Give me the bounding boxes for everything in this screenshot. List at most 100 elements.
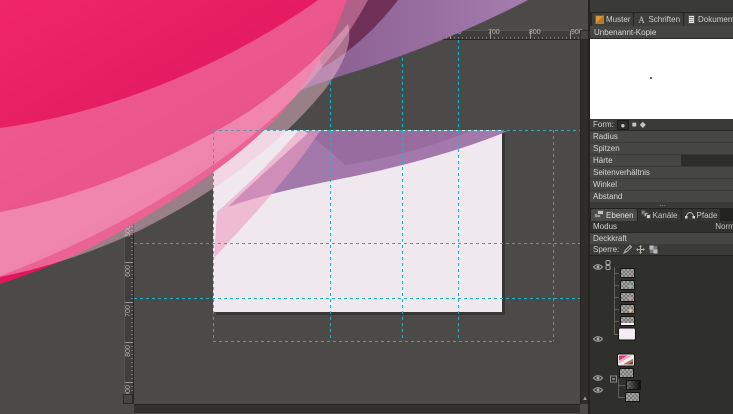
lock-row: Sperre:: [590, 244, 733, 256]
tab-label: Ebenen: [606, 210, 634, 220]
dock-tab-muster[interactable]: Muster: [592, 13, 634, 26]
layer-tree-branch: [618, 391, 625, 399]
dock-tab-schriften[interactable]: A Schriften: [634, 13, 684, 26]
shape-circle-button[interactable]: ●: [616, 119, 629, 130]
layer-tree-branch: [614, 291, 619, 299]
brush-preview-dot: [650, 77, 652, 79]
layer-row[interactable]: [590, 327, 733, 342]
guide-vertical: [330, 40, 331, 131]
guide-vertical: [458, 40, 459, 131]
dock-top-strip: [590, 0, 733, 12]
quick-mask-button[interactable]: [123, 394, 133, 404]
document-index-icon: [687, 15, 696, 24]
eye-icon[interactable]: [592, 381, 604, 393]
lock-icons: [623, 245, 659, 254]
ruler-label-x-600: 600: [450, 29, 462, 36]
tab-label: Kanäle: [652, 210, 678, 220]
layer-thumb-speck: [629, 309, 632, 312]
layers-list-gap: [590, 340, 733, 353]
layer-tree-branch: [614, 267, 619, 275]
layer-row[interactable]: [590, 267, 733, 279]
layer-thumbnail[interactable]: [619, 367, 634, 378]
brush-lock-icon[interactable]: [623, 245, 633, 254]
artwork-purple-band: [205, 0, 528, 110]
ruler-horizontal[interactable]: [134, 30, 580, 40]
dock-tab-dokumentenindex[interactable]: Dokumentenindex: [684, 13, 733, 26]
layer-thumbnail[interactable]: [620, 316, 635, 326]
layer-row[interactable]: [590, 366, 733, 382]
eye-icon[interactable]: [592, 369, 604, 381]
slider-seitenverhältnis[interactable]: Seitenverhältnis: [590, 167, 733, 178]
brush-form-row: Form: ● ■ ◆: [590, 119, 733, 131]
horizontal-scrollbar[interactable]: [134, 404, 580, 413]
tab-kanäle[interactable]: Kanäle: [637, 209, 681, 221]
layer-thumbnail[interactable]: [620, 268, 635, 278]
brush-sliders: Radius Spitzen Härte Seitenverhältnis Winkel…: [590, 131, 733, 203]
layer-thumbnail[interactable]: [620, 304, 635, 314]
slider-härte[interactable]: Härte: [590, 155, 733, 166]
brush-editor-title: Unbenannt-Kopie: [590, 26, 733, 39]
layer-row[interactable]: [590, 391, 733, 403]
layer-row[interactable]: [590, 353, 733, 366]
pattern-icon: [595, 15, 604, 24]
ruler-label-y-800: 800: [125, 345, 132, 357]
ruler-label-x-800: 800: [529, 29, 541, 36]
ruler-label-y-500: 500: [125, 225, 132, 237]
minus-icon[interactable]: [610, 369, 617, 382]
layer-row[interactable]: [590, 291, 733, 303]
slider-label: Härte: [593, 156, 613, 165]
channels-icon: [640, 209, 651, 221]
link-icon[interactable]: [605, 257, 611, 270]
eye-icon[interactable]: [592, 330, 604, 342]
tab-ebenen[interactable]: Ebenen: [591, 209, 637, 221]
layer-row[interactable]: [590, 379, 733, 393]
right-dock: MusterASchriftenDokumentenindexPinsel Un…: [588, 0, 733, 414]
alpha-lock-icon[interactable]: [649, 245, 659, 254]
dock-tab-label: Dokumentenindex: [698, 15, 733, 24]
layer-thumbnail[interactable]: [620, 292, 635, 302]
canvas-grid-line-vertical: [330, 130, 331, 312]
dock-tab-label: Schriften: [648, 15, 681, 24]
layer-thumbnail[interactable]: [620, 280, 635, 290]
layer-thumbnail[interactable]: [618, 354, 634, 365]
slider-spitzen[interactable]: Spitzen: [590, 143, 733, 154]
move-lock-icon[interactable]: [636, 245, 646, 254]
slider-label: Seitenverhältnis: [593, 168, 650, 177]
fonts-icon: A: [637, 15, 646, 24]
tab-label: Pfade: [696, 210, 718, 220]
layers-icon: [594, 209, 604, 221]
guide-vertical: [213, 40, 214, 131]
slider-radius[interactable]: Radius: [590, 131, 733, 142]
canvas-grid-line-vertical: [402, 130, 403, 312]
eye-icon[interactable]: [592, 258, 604, 270]
layers-dock-tab-bar: Ebenen Kanäle Pfade: [590, 208, 733, 221]
layer-thumbnail[interactable]: [626, 380, 641, 390]
layer-tree-branch: [614, 315, 619, 323]
dock-tab-label: Muster: [606, 15, 631, 24]
layer-row[interactable]: [590, 303, 733, 315]
tab-pfade[interactable]: Pfade: [681, 209, 721, 221]
layer-thumb-speck: [629, 297, 632, 300]
opacity-slider[interactable]: Deckkraft: [590, 233, 733, 244]
layer-thumb-speck: [629, 285, 632, 288]
ruler-label-y-600: 600: [125, 265, 132, 277]
canvas-grid-line-horizontal: [213, 298, 502, 299]
shape-diamond-button[interactable]: ◆: [640, 120, 646, 130]
paths-icon: [684, 210, 695, 221]
layer-tree-branch: [614, 303, 619, 311]
slider-winkel[interactable]: Winkel: [590, 179, 733, 190]
layer-thumbnail[interactable]: [625, 392, 640, 402]
canvas-grid-line-horizontal: [213, 243, 502, 244]
shape-square-button[interactable]: ■: [632, 120, 637, 130]
layer-row[interactable]: [590, 315, 733, 327]
dock-tab-bar: MusterASchriftenDokumentenindexPinsel: [590, 12, 733, 26]
gimp-window: ▲ MusterASchriftenDokumentenin: [0, 0, 733, 414]
layer-thumbnail[interactable]: [619, 328, 635, 339]
layer-row[interactable]: [590, 279, 733, 291]
opacity-label: Deckkraft: [593, 234, 627, 243]
mode-value[interactable]: Normal: [715, 221, 733, 233]
layer-mode-row[interactable]: Modus Normal: [590, 221, 733, 233]
layer-tree-branch: [618, 379, 625, 387]
layer-row[interactable]: [590, 256, 733, 270]
ruler-label-y-700: 700: [125, 305, 132, 317]
